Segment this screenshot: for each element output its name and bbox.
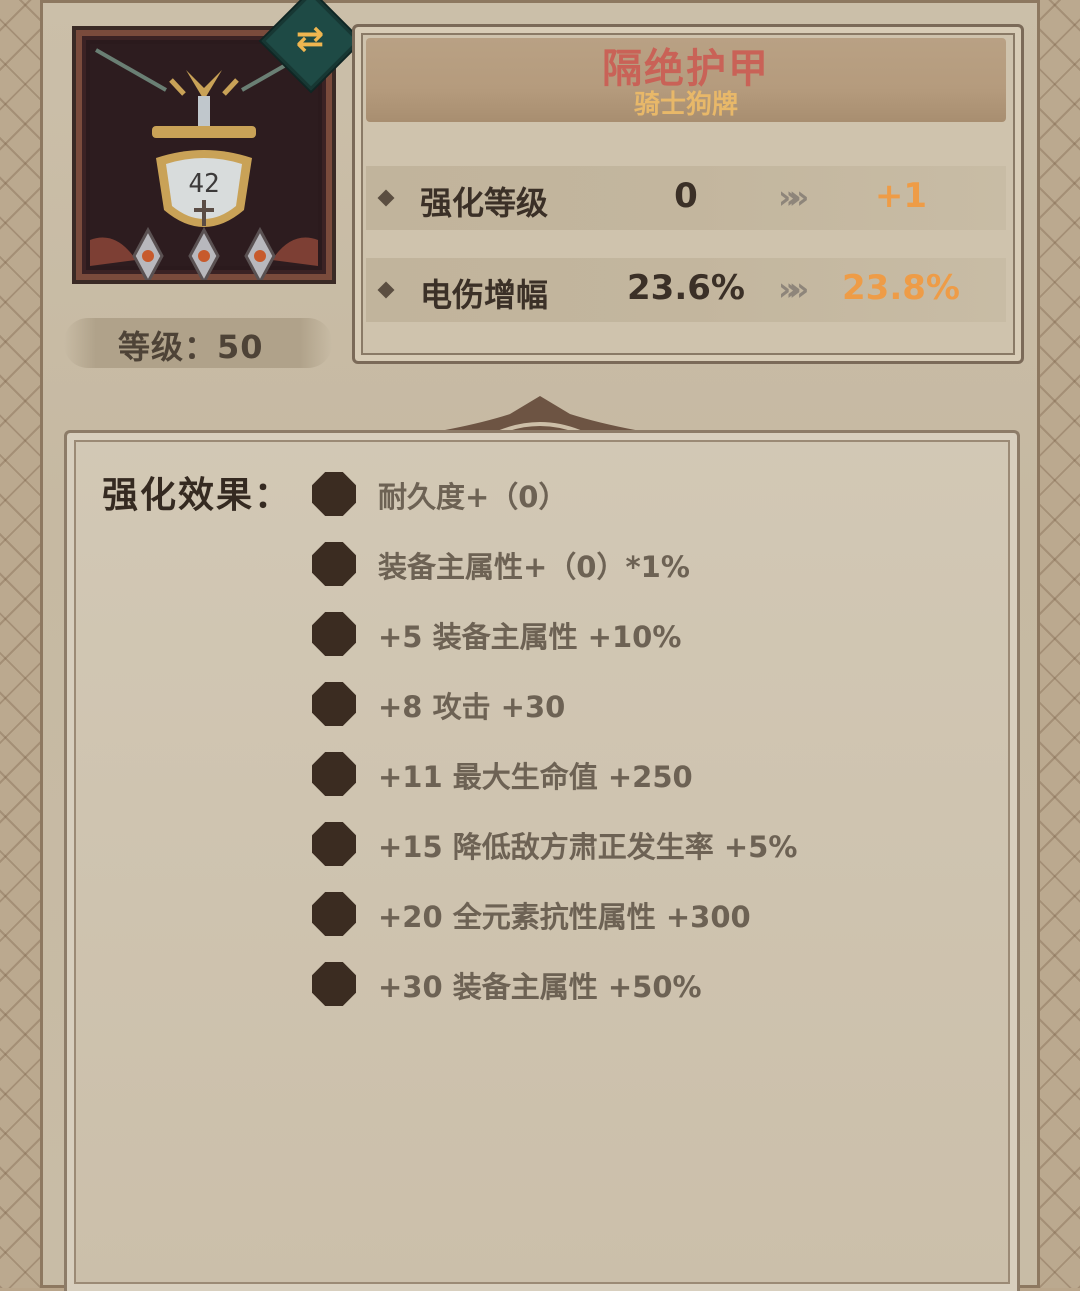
item-level: 等级：50 bbox=[118, 328, 264, 366]
effects-heading: 强化效果： bbox=[102, 475, 293, 516]
effect-text: 装备主属性+（0）*1% bbox=[378, 550, 690, 584]
plaque-text: 42 bbox=[188, 169, 219, 199]
diamond-icon bbox=[377, 281, 395, 299]
stat-next-value: +1 bbox=[874, 176, 928, 216]
stat-name: 电伤增幅 bbox=[420, 276, 549, 314]
double-chevron-right-icon: »» bbox=[778, 270, 810, 308]
stat-name: 强化等级 bbox=[420, 184, 549, 222]
stat-row-enhance-level: 强化等级 0 »» +1 bbox=[366, 166, 1006, 230]
effect-text: +8 攻击 +30 bbox=[378, 690, 566, 724]
stat-next-value: 23.8% bbox=[842, 268, 960, 308]
octagon-bullet-icon bbox=[312, 472, 356, 516]
effect-text: +20 全元素抗性属性 +300 bbox=[378, 900, 751, 934]
effect-text: +15 降低敌方肃正发生率 +5% bbox=[378, 830, 798, 864]
effect-text: +5 装备主属性 +10% bbox=[378, 620, 682, 654]
swap-arrows-icon: ⇄ bbox=[295, 19, 325, 59]
stat-row-electric-damage: 电伤增幅 23.6% »» 23.8% bbox=[366, 258, 1006, 322]
item-type: 骑士狗牌 bbox=[633, 90, 738, 120]
effect-text: 耐久度+（0） bbox=[378, 480, 568, 514]
stat-current-value: 0 bbox=[674, 176, 698, 216]
effect-text: +30 装备主属性 +50% bbox=[378, 970, 702, 1004]
effect-text: +11 最大生命值 +250 bbox=[378, 760, 693, 794]
stat-current-value: 23.6% bbox=[627, 268, 745, 308]
double-chevron-right-icon: »» bbox=[778, 178, 810, 216]
diamond-icon bbox=[377, 189, 395, 207]
